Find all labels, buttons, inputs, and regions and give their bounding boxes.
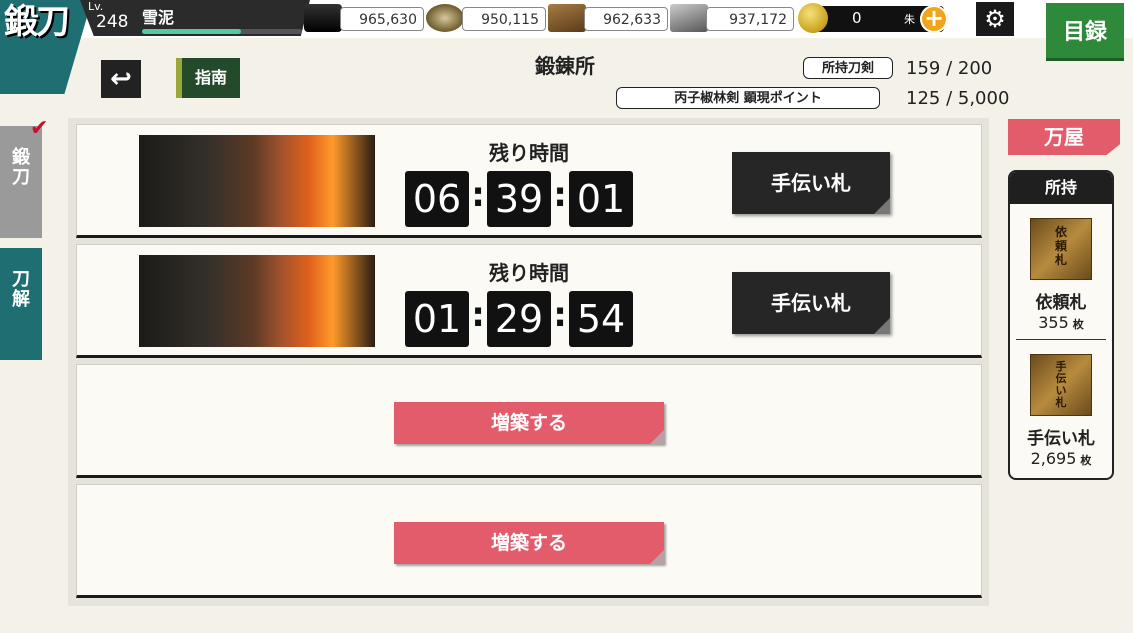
timer-colon: : <box>471 295 485 335</box>
timer-minutes: 39 <box>487 171 551 227</box>
owned-swords-value: 159 / 200 <box>906 58 993 79</box>
tamahagane-counter: 950,115 <box>462 7 546 31</box>
guide-button[interactable]: 指南 <box>176 58 240 98</box>
whetstone-counter: 937,172 <box>706 7 794 31</box>
help-token-icon: 手伝い札 <box>1030 354 1092 416</box>
request-token-tag-text: 依頼札 <box>1054 225 1067 267</box>
inventory-title: 所持 <box>1010 172 1112 204</box>
charcoal-counter: 965,630 <box>340 7 424 31</box>
remaining-time-label: 残り時間 <box>489 261 569 285</box>
forge-fire-image <box>139 135 375 227</box>
expand-slot-button[interactable]: 増築する <box>394 522 664 564</box>
section-title: 鍛刀 <box>4 2 70 42</box>
help-token-button[interactable]: 手伝い札 <box>732 152 890 214</box>
remaining-time-label: 残り時間 <box>489 141 569 165</box>
request-token-icon: 依頼札 <box>1030 218 1092 280</box>
tamahagane-icon <box>426 4 464 32</box>
page-title: 鍛錬所 <box>535 54 595 78</box>
help-token-count-value: 2,695 <box>1030 449 1077 468</box>
timer-seconds: 01 <box>569 171 633 227</box>
help-token-button[interactable]: 手伝い札 <box>732 272 890 334</box>
timer-minutes: 29 <box>487 291 551 347</box>
add-currency-button[interactable]: + <box>920 5 948 33</box>
settings-gear-icon[interactable]: ⚙ <box>976 2 1014 36</box>
manifest-points-value: 125 / 5,000 <box>906 88 1010 109</box>
timer-colon: : <box>553 295 567 335</box>
tab-dismantle-label: 刀解 <box>12 269 30 310</box>
tab-forge-label: 鍛刀 <box>12 147 30 188</box>
inventory-panel: 所持 依頼札 依頼札 355 枚 手伝い札 手伝い札 2,695 枚 <box>1008 170 1114 480</box>
request-token-count-value: 355 <box>1038 313 1069 332</box>
back-arrow-icon: ↩ <box>110 64 132 94</box>
forge-slot-3: 増築する <box>76 364 982 478</box>
expand-slot-button[interactable]: 増築する <box>394 402 664 444</box>
whetstone-icon <box>670 4 708 32</box>
back-button[interactable]: ↩ <box>101 60 141 98</box>
timer-seconds: 54 <box>569 291 633 347</box>
level-value: 248 <box>96 12 129 32</box>
charcoal-icon <box>304 4 342 32</box>
timer-hours: 01 <box>405 291 469 347</box>
timer-hours: 06 <box>405 171 469 227</box>
checkmark-icon: ✔ <box>30 116 49 141</box>
currency-value: 0 <box>852 9 862 27</box>
cooling-material-icon <box>548 4 586 32</box>
owned-swords-label: 所持刀剣 <box>803 57 893 79</box>
currency-unit: 朱 <box>904 13 915 26</box>
forge-slot-1: 残り時間 06 : 39 : 01 手伝い札 <box>76 124 982 238</box>
request-token-count: 355 枚 <box>1010 313 1112 332</box>
help-token-name: 手伝い札 <box>1027 429 1095 449</box>
tab-forge[interactable]: 鍛刀 <box>0 126 42 238</box>
cooling-material-counter: 962,633 <box>584 7 668 31</box>
help-token-tag-text: 手伝い札 <box>1055 360 1067 409</box>
forge-fire-image <box>139 255 375 347</box>
koban-coin-icon <box>798 3 828 33</box>
help-token-unit: 枚 <box>1080 454 1092 467</box>
help-token-count: 2,695 枚 <box>1010 449 1112 468</box>
xp-bar-fill <box>142 29 242 34</box>
shop-button[interactable]: 万屋 <box>1008 119 1120 155</box>
timer-colon: : <box>553 175 567 215</box>
tab-dismantle[interactable]: 刀解 <box>0 248 42 360</box>
timer-colon: : <box>471 175 485 215</box>
manifest-points-label: 丙子椒林剣 顕現ポイント <box>616 87 880 109</box>
catalog-button[interactable]: 目録 <box>1046 3 1124 61</box>
forge-slot-2: 残り時間 01 : 29 : 54 手伝い札 <box>76 244 982 358</box>
request-token-name: 依頼札 <box>1035 293 1087 313</box>
xp-bar <box>142 29 302 34</box>
player-name: 雪泥 <box>142 8 175 27</box>
forge-slot-4: 増築する <box>76 484 982 598</box>
inventory-divider <box>1016 339 1106 340</box>
request-token-unit: 枚 <box>1072 318 1084 331</box>
